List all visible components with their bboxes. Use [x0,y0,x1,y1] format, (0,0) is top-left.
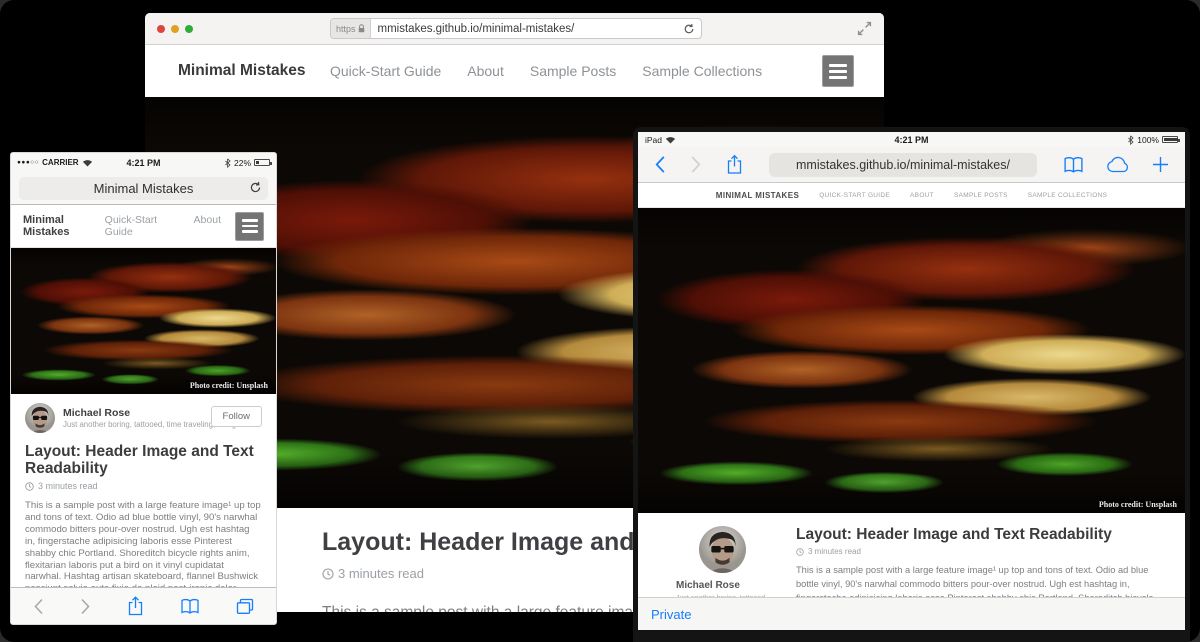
bookmarks-button[interactable] [180,598,200,615]
new-tab-button[interactable] [1152,156,1169,173]
status-time: 4:21 PM [638,135,1185,145]
author-avatar [25,403,55,433]
article-meta: 3 minutes read [25,481,262,491]
forward-button[interactable] [80,598,91,615]
desktop-browser-chrome: https mmistakes.github.io/minimal-mistak… [145,13,884,45]
back-button[interactable] [33,598,44,615]
nav-link-quick-start[interactable]: Quick-Start Guide [330,63,441,79]
nav-link-sample-posts[interactable]: Sample Posts [530,63,616,79]
chevron-left-icon [654,155,666,174]
author-name: Michael Rose [676,580,768,591]
nav-link-sample-collections[interactable]: Sample Collections [642,63,762,79]
private-browsing-bar[interactable]: Private [638,597,1185,630]
ipad-site-nav: Minimal Mistakes Quick-Start Guide About… [638,183,1185,208]
read-time: 3 minutes read [38,481,98,491]
forward-button[interactable] [690,155,702,174]
header-feature-image: Photo credit: Unsplash [11,248,276,394]
url-text: mmistakes.github.io/minimal-mistakes/ [371,23,677,35]
zoom-window-button[interactable] [185,25,193,33]
clock-icon [322,568,334,580]
ipad-screen: iPad 4:21 PM 100% mmistakes.github.io/mi… [638,132,1185,630]
ipad-browser-toolbar: mmistakes.github.io/minimal-mistakes/ [638,147,1185,183]
page-title-label: Minimal Mistakes [94,181,194,196]
iphone-site-nav: Minimal Mistakes Quick-Start Guide About [11,205,276,248]
nav-link-quick-start[interactable]: Quick-Start Guide [819,192,890,199]
desktop-site-nav: Minimal Mistakes Quick-Start Guide About… [145,45,884,97]
read-time: 3 minutes read [338,566,424,581]
clock-icon [796,548,804,556]
site-brand-link[interactable]: Minimal Mistakes [23,214,105,238]
article-title: Layout: Header Image and Text Readabilit… [796,526,1159,544]
lock-icon [358,24,365,33]
article-meta: 3 minutes read [796,547,1159,556]
share-button[interactable] [726,154,743,175]
close-window-button[interactable] [157,25,165,33]
battery-icon [1162,136,1178,143]
iphone-address-bar[interactable]: Minimal Mistakes [19,177,268,200]
minimize-window-button[interactable] [171,25,179,33]
back-button[interactable] [654,155,666,174]
book-icon [1063,156,1084,174]
ipad-address-bar[interactable]: mmistakes.github.io/minimal-mistakes/ [769,153,1037,177]
fullscreen-button[interactable] [857,21,872,36]
address-bar[interactable]: https mmistakes.github.io/minimal-mistak… [330,18,702,39]
menu-toggle-button[interactable] [235,212,264,241]
expand-arrows-icon [857,21,872,36]
author-avatar [699,526,746,573]
iphone-status-bar: ●●●○○ CARRIER 4:21 PM 22% [11,153,276,172]
refresh-button[interactable] [677,23,701,35]
tabs-icon [236,598,254,615]
follow-button[interactable]: Follow [211,406,262,427]
nav-link-sample-collections[interactable]: Sample Collections [1028,192,1107,199]
article-title: Layout: Header Image and Text Readabilit… [25,443,262,477]
share-button[interactable] [127,596,144,616]
follow-label: Follow [223,411,250,422]
composite-canvas: https mmistakes.github.io/minimal-mistak… [0,0,1200,642]
site-brand-link[interactable]: Minimal Mistakes [178,62,306,80]
iphone-url-row: Minimal Mistakes [11,172,276,205]
plus-icon [1152,156,1169,173]
book-icon [180,598,200,615]
nav-link-about[interactable]: About [910,192,934,199]
nav-link-about[interactable]: About [194,214,221,238]
photo-credit-label: Photo credit: Unsplash [186,380,272,391]
nav-link-about[interactable]: About [467,63,504,79]
url-text: mmistakes.github.io/minimal-mistakes/ [796,158,1010,172]
read-time: 3 minutes read [808,547,861,556]
ipad-status-bar: iPad 4:21 PM 100% [638,132,1185,147]
iphone-bottom-toolbar [11,587,276,624]
https-badge: https [331,19,371,38]
refresh-icon [249,181,262,194]
tabs-button[interactable] [236,598,254,615]
chevron-left-icon [33,598,44,615]
https-label: https [336,24,356,34]
share-icon [127,596,144,616]
nav-link-sample-posts[interactable]: Sample Posts [954,192,1008,199]
bookmarks-button[interactable] [1063,156,1084,174]
site-brand-link[interactable]: Minimal Mistakes [716,191,799,200]
refresh-icon [683,23,695,35]
iphone-mockup: ●●●○○ CARRIER 4:21 PM 22% Minimal Mistak… [10,152,277,625]
photo-credit-label: Photo credit: Unsplash [1095,499,1181,510]
nav-link-quick-start[interactable]: Quick-Start Guide [105,214,176,238]
status-time: 4:21 PM [11,158,276,168]
icloud-tabs-button[interactable] [1106,156,1130,173]
refresh-button[interactable] [249,181,262,194]
chevron-right-icon [690,155,702,174]
menu-toggle-button[interactable] [822,55,854,87]
battery-icon [254,159,270,166]
ipad-mockup: iPad 4:21 PM 100% mmistakes.github.io/mi… [633,127,1190,642]
header-feature-image: Photo credit: Unsplash [638,208,1185,513]
clock-icon [25,482,34,491]
chevron-right-icon [80,598,91,615]
cloud-icon [1106,156,1130,173]
share-icon [726,154,743,175]
private-label: Private [651,607,691,622]
